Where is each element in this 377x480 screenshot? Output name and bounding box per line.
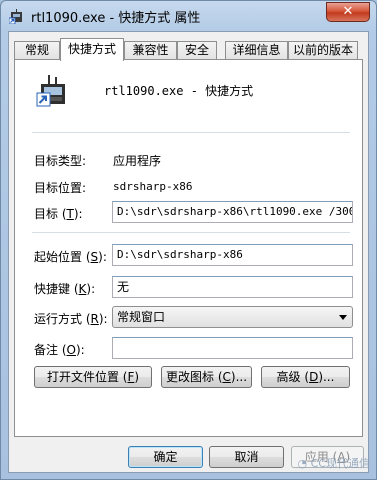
shortcut-app-icon (36, 75, 65, 107)
target-type-label: 目标类型: (34, 154, 87, 168)
properties-window: rtl1090.exe - 快捷方式 属性 ✕ 常规 快捷方式 兼容性 安全 详… (0, 0, 377, 480)
close-button[interactable]: ✕ (326, 2, 370, 22)
wechat-icon: ◔ (297, 457, 311, 470)
title-bar[interactable]: rtl1090.exe - 快捷方式 属性 ✕ (1, 1, 376, 31)
open-file-location-button[interactable]: 打开文件位置 (F) (34, 366, 152, 388)
start-in-label: 起始位置 (S): (34, 250, 107, 264)
watermark: ◔ CC现代通信 (297, 457, 370, 470)
window-title: rtl1090.exe - 快捷方式 属性 (31, 11, 201, 26)
hotkey-input[interactable]: 无 (112, 276, 353, 298)
start-in-input[interactable]: D:\sdr\sdrsharp-x86 (112, 244, 353, 266)
target-type-value: 应用程序 (113, 154, 162, 168)
shortcut-name: rtl1090.exe - 快捷方式 (104, 84, 254, 98)
comment-input[interactable] (112, 337, 353, 359)
advanced-button[interactable]: 高级 (D)... (261, 366, 350, 388)
separator (32, 132, 350, 133)
tab-shortcut[interactable]: 快捷方式 (60, 38, 124, 61)
run-select-value: 常规窗口 (117, 310, 166, 324)
target-location-value: sdrsharp-x86 (113, 180, 193, 193)
change-icon-button[interactable]: 更改图标 (C)... (161, 366, 252, 388)
tab-security[interactable]: 安全 (177, 41, 217, 60)
chevron-down-icon (339, 315, 347, 320)
run-label: 运行方式 (R): (34, 312, 108, 326)
target-label: 目标 (T): (34, 207, 83, 221)
comment-label: 备注 (O): (34, 343, 85, 357)
target-input[interactable]: D:\sdr\sdrsharp-x86\rtl1090.exe /30003 (112, 201, 353, 223)
target-location-label: 目标位置: (34, 181, 87, 195)
ok-button[interactable]: 确定 (128, 446, 203, 468)
tab-strip: 常规 快捷方式 兼容性 安全 详细信息 以前的版本 (14, 38, 366, 61)
run-select[interactable]: 常规窗口 (112, 306, 353, 328)
tab-general[interactable]: 常规 (14, 41, 60, 60)
cancel-button[interactable]: 取消 (209, 446, 284, 468)
tab-previous-versions[interactable]: 以前的版本 (288, 41, 358, 60)
app-icon (9, 9, 22, 24)
shortcut-panel: rtl1090.exe - 快捷方式 目标类型: 应用程序 目标位置: sdrs… (14, 59, 363, 437)
hotkey-label: 快捷键 (K): (34, 282, 96, 296)
tab-details[interactable]: 详细信息 (225, 41, 288, 60)
separator (32, 232, 350, 233)
tab-compatibility[interactable]: 兼容性 (124, 41, 177, 60)
dialog-client-area: 常规 快捷方式 兼容性 安全 详细信息 以前的版本 rtl1090.exe - … (8, 31, 369, 473)
close-icon: ✕ (342, 4, 354, 19)
